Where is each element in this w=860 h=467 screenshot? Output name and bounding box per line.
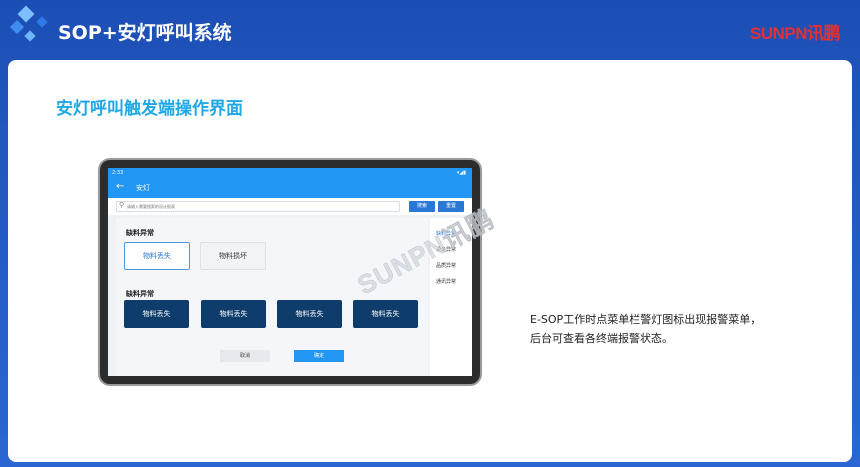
alarm-option-selected[interactable]: 物料丢失 xyxy=(124,242,190,270)
alarm-option[interactable]: 物料损坏 xyxy=(200,242,266,270)
status-time: 2:33 xyxy=(112,170,124,176)
section-label: 缺料异常 xyxy=(126,290,154,298)
search-input[interactable] xyxy=(127,202,397,211)
description-line: E-SOP工作时点菜单栏警灯图标出现报警菜单， xyxy=(530,313,762,326)
logo-diamond-icon xyxy=(36,16,48,28)
header-bar: SOP+安灯呼叫系统 SUNPN讯鹏 xyxy=(0,0,860,60)
back-arrow-icon[interactable]: ← xyxy=(116,181,124,192)
confirm-button[interactable]: 确定 xyxy=(294,350,344,362)
search-button[interactable]: 搜索 xyxy=(409,201,435,212)
logo-diamond-icon xyxy=(9,19,25,35)
description-text: E-SOP工作时点菜单栏警灯图标出现报警菜单， 后台可查看各终端报警状态。 xyxy=(530,310,790,348)
alarm-option[interactable]: 物料丢失 xyxy=(124,300,189,328)
status-icons: ▾◢▮ xyxy=(456,170,466,176)
search-icon: ⚲ xyxy=(119,201,125,209)
logo-diamond-icon xyxy=(24,30,36,42)
alarm-option[interactable]: 物料丢失 xyxy=(277,300,342,328)
search-box: ⚲ xyxy=(116,201,400,212)
cancel-button[interactable]: 取消 xyxy=(220,350,270,362)
alarm-option[interactable]: 物料丢失 xyxy=(353,300,418,328)
app-bar: ← 安灯 xyxy=(108,178,472,198)
alarm-option[interactable]: 物料丢失 xyxy=(201,300,266,328)
section-label: 缺料异常 xyxy=(126,229,154,237)
brand-logo: SUNPN讯鹏 xyxy=(749,24,841,43)
app-bar-title: 安灯 xyxy=(136,184,150,192)
section-title: 安灯呼叫触发端操作界面 xyxy=(56,99,243,119)
alarm-content-panel: 缺料异常 物料丢失 物料损坏 缺料异常 物料丢失 物料丢失 物料丢失 物料丢失 … xyxy=(116,218,428,376)
tablet-mockup: 2:33 ▾◢▮ ← 安灯 ⚲ 搜索 重置 缺料异常 物料丢失 物料损坏 缺料异… xyxy=(98,158,482,386)
status-bar: 2:33 ▾◢▮ xyxy=(108,168,472,178)
side-menu-item-communication[interactable]: 通讯异常 xyxy=(436,278,456,285)
page-header-title: SOP+安灯呼叫系统 xyxy=(58,22,232,44)
search-row: ⚲ 搜索 重置 xyxy=(108,198,472,215)
logo-diamond-icon xyxy=(17,5,35,23)
description-line: 后台可查看各终端报警状态。 xyxy=(530,332,673,345)
